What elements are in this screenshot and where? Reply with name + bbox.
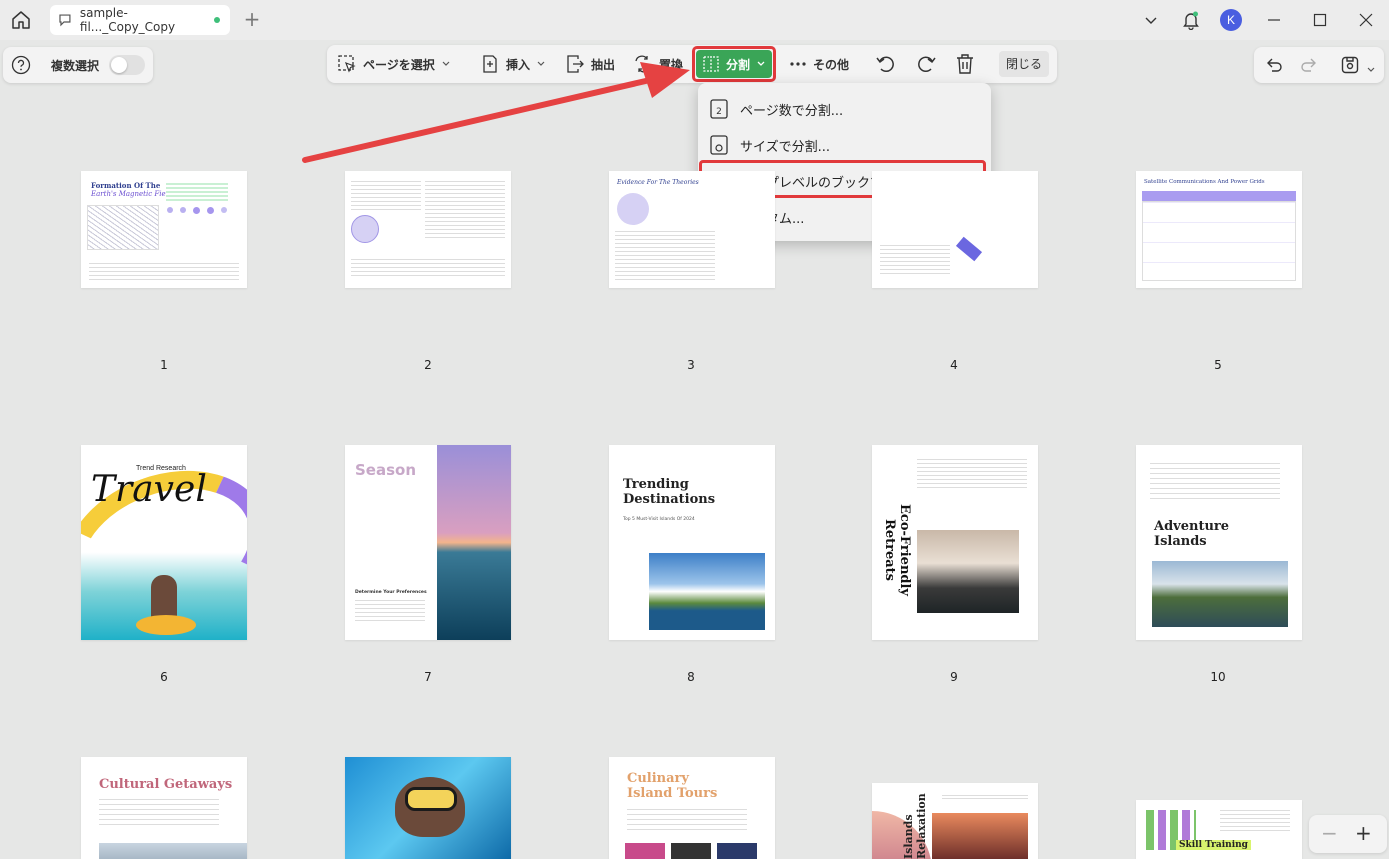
account-button[interactable]: K xyxy=(1211,0,1251,40)
split-by-size-item[interactable]: サイズで分割... xyxy=(698,127,991,163)
size-icon xyxy=(710,135,728,155)
page-thumbnail-10[interactable]: Adventure Islands xyxy=(1136,445,1302,640)
document-tab[interactable]: sample-fil..._Copy_Copy xyxy=(50,5,230,35)
extract-icon xyxy=(567,55,584,73)
page-thumbnail-8[interactable]: Trending Destinations Top 5 Must-Visit I… xyxy=(609,445,775,640)
chevron-down-icon[interactable] xyxy=(1366,60,1376,79)
multi-select-label: 複数選択 xyxy=(51,58,100,73)
page-number: 1 xyxy=(160,358,168,372)
help-icon[interactable] xyxy=(11,55,31,75)
more-icon xyxy=(790,62,806,66)
chevron-down-icon[interactable] xyxy=(1131,0,1171,40)
replace-button[interactable]: 置換 xyxy=(633,52,683,76)
page-number: 4 xyxy=(950,358,958,372)
history-panel xyxy=(1254,47,1384,83)
minimize-icon[interactable] xyxy=(1251,0,1297,40)
page-number: 3 xyxy=(687,358,695,372)
undo-icon[interactable] xyxy=(1264,55,1284,79)
split-by-page-count-item[interactable]: 2 ページ数で分割... xyxy=(698,91,991,127)
page-number: 10 xyxy=(1210,670,1226,684)
page-count-icon: 2 xyxy=(710,99,728,119)
multi-select-panel: 複数選択 xyxy=(3,47,153,83)
page-thumbnail-9[interactable]: Eco-Friendly Retreats xyxy=(872,445,1038,640)
page-thumbnail-2[interactable] xyxy=(345,171,511,288)
page-number: 2 xyxy=(424,358,432,372)
split-button[interactable]: 分割 xyxy=(696,50,772,78)
rotate-left-icon[interactable] xyxy=(875,52,903,76)
close-button[interactable]: 閉じる xyxy=(999,51,1049,77)
page-number: 5 xyxy=(1214,358,1222,372)
multi-select-toggle[interactable] xyxy=(109,55,146,75)
insert-icon xyxy=(483,55,497,73)
page-thumbnail-14[interactable]: Islands Relaxation xyxy=(872,783,1038,859)
bell-icon[interactable] xyxy=(1171,0,1211,40)
page-thumbnail-1[interactable]: Formation Of The Earth's Magnetic Field xyxy=(81,171,247,288)
saved-status-dot xyxy=(214,17,220,23)
insert-button[interactable]: 挿入 xyxy=(480,52,552,76)
save-icon[interactable] xyxy=(1340,55,1360,79)
more-button[interactable]: その他 xyxy=(789,52,849,76)
zoom-out-button[interactable]: − xyxy=(1321,821,1338,845)
page-thumbnail-13[interactable]: Culinary Island Tours xyxy=(609,757,775,859)
replace-icon xyxy=(635,55,651,73)
zoom-control: − + xyxy=(1309,815,1387,853)
page-thumbnail-6[interactable]: Trend Research Travel xyxy=(81,445,247,640)
page-thumbnail-3[interactable]: Evidence For The Theories xyxy=(609,171,775,288)
maximize-icon[interactable] xyxy=(1297,0,1343,40)
page-toolbar: ページを選択 挿入 抽出 置換 分割 その他 閉じる xyxy=(327,45,1057,83)
page-number: 9 xyxy=(950,670,958,684)
avatar: K xyxy=(1220,9,1242,31)
redo-icon[interactable] xyxy=(1299,55,1319,79)
rotate-right-icon[interactable] xyxy=(915,52,943,76)
delete-icon[interactable] xyxy=(955,52,981,76)
page-thumbnail-12[interactable] xyxy=(345,757,511,859)
zoom-in-button[interactable]: + xyxy=(1355,821,1372,845)
page-number: 8 xyxy=(687,670,695,684)
svg-text:2: 2 xyxy=(716,107,722,117)
page-thumbnail-15[interactable]: Skill Training xyxy=(1136,800,1302,859)
page-thumbnail-11[interactable]: Cultural Getaways xyxy=(81,757,247,859)
annotation-arrows xyxy=(302,62,813,163)
split-icon xyxy=(703,56,719,72)
select-pages-button[interactable]: ページを選択 xyxy=(337,52,457,76)
title-bar: sample-fil..._Copy_Copy + K xyxy=(0,0,1389,40)
extract-button[interactable]: 抽出 xyxy=(565,52,615,76)
select-pages-icon xyxy=(338,55,356,73)
page-number: 7 xyxy=(424,670,432,684)
page-thumbnail-4[interactable] xyxy=(872,171,1038,288)
page-number: 6 xyxy=(160,670,168,684)
comment-icon xyxy=(59,14,71,27)
tab-title: sample-fil..._Copy_Copy xyxy=(79,6,176,34)
close-icon[interactable] xyxy=(1343,0,1389,40)
new-tab-button[interactable]: + xyxy=(242,8,262,30)
home-icon[interactable] xyxy=(10,9,32,31)
page-thumbnail-5[interactable]: Satellite Communications And Power Grids xyxy=(1136,171,1302,288)
page-thumbnail-7[interactable]: Season Determine Your Preferences xyxy=(345,445,511,640)
